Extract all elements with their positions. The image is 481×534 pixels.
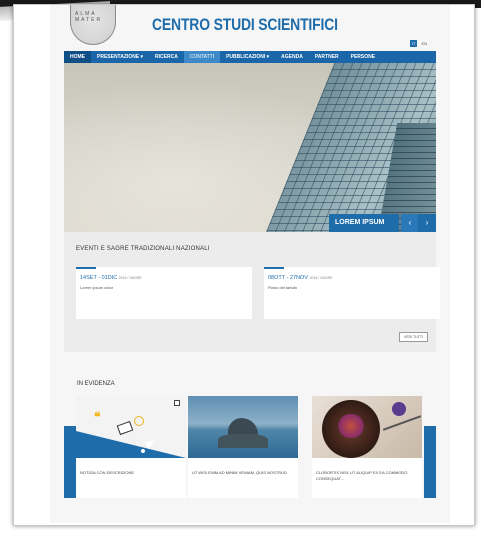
chevron-left-icon[interactable]: ‹ — [401, 214, 419, 232]
food-bowl-image — [312, 396, 422, 458]
site-container: ALMA MATER CENTRO STUDI SCIENTIFICI IT E… — [50, 5, 450, 523]
nav-partner[interactable]: PARTNER — [309, 51, 345, 63]
nav-agenda[interactable]: AGENDA — [275, 51, 309, 63]
evidenza-title: IN EVIDENZA — [77, 381, 115, 387]
event-accent-bar — [264, 267, 284, 269]
lang-en-button[interactable]: EN — [419, 40, 429, 47]
evidenza-band-left — [64, 426, 76, 498]
event-card[interactable]: 14SET - 01DIC 2016 / SAGRE Lorem ipsum d… — [76, 267, 252, 319]
university-seal-logo[interactable]: ALMA MATER — [70, 5, 116, 45]
evidenza-card[interactable]: CLOBORTIS NISL UT ALIQUIP EX EA COMMODO … — [312, 396, 422, 498]
nav-persone[interactable]: PERSONE — [345, 51, 381, 63]
lang-it-button[interactable]: IT — [409, 40, 418, 47]
event-description: Lorem ipsum dolor — [80, 285, 114, 290]
event-card[interactable]: 08OTT - 27NOV 2016 / SAGRE Piano del tar… — [264, 267, 440, 319]
event-date: 14SET - 01DIC 2016 / SAGRE — [80, 275, 142, 281]
event-date-range: 14SET - 01DIC — [80, 275, 118, 281]
evidenza-card[interactable]: UT WISI ENIM AD MINIM VENIAM, QUIS NOSTR… — [188, 396, 298, 498]
hero-caption[interactable]: LOREM IPSUM — [329, 214, 399, 232]
illustration-image: ❝ — [76, 396, 186, 458]
hero-slider: LOREM IPSUM ‹ › — [64, 63, 436, 232]
chevron-right-icon[interactable]: › — [418, 214, 436, 232]
checkbox-icon — [174, 400, 180, 406]
events-section: EVENTI E SAGRE TRADIZIONALI NAZIONALI 14… — [64, 232, 440, 352]
event-description: Piano del tartufo — [268, 285, 298, 290]
event-accent-bar — [76, 267, 96, 269]
language-switcher: IT EN — [409, 40, 429, 47]
sea-rock-image — [188, 396, 298, 458]
nav-contatti[interactable]: CONTATTI — [183, 51, 221, 63]
logo-text: ALMA MATER — [75, 11, 103, 23]
events-title: EVENTI E SAGRE TRADIZIONALI NAZIONALI — [76, 246, 210, 252]
evidenza-card[interactable]: ❝ NOTIZIA CON DESCRIZIONE — [76, 396, 186, 498]
nav-pubblicazioni[interactable]: PUBBLICAZIONI ▾ — [220, 51, 275, 63]
main-nav: HOME PRESENTAZIONE ▾ RICERCA CONTATTI PU… — [64, 51, 436, 63]
site-title[interactable]: CENTRO STUDI SCIENTIFICI — [152, 15, 338, 35]
nav-presentazione[interactable]: PRESENTAZIONE ▾ — [91, 51, 149, 63]
event-meta: 2016 / SAGRE — [118, 276, 142, 280]
event-date-range: 08OTT - 27NOV — [268, 275, 308, 281]
evidenza-band-right — [424, 426, 436, 498]
see-all-button[interactable]: VEDI TUTTI — [399, 332, 428, 342]
event-meta: 2016 / SAGRE — [309, 276, 333, 280]
quote-icon: ❝ — [94, 410, 101, 424]
evidenza-label: CLOBORTIS NISL UT ALIQUIP EX EA COMMODO … — [316, 470, 408, 481]
event-date: 08OTT - 27NOV 2016 / SAGRE — [268, 275, 332, 281]
evidenza-label: NOTIZIA CON DESCRIZIONE — [80, 470, 135, 475]
nav-home[interactable]: HOME — [64, 51, 91, 63]
evidenza-label: UT WISI ENIM AD MINIM VENIAM, QUIS NOSTR… — [192, 470, 287, 475]
page-frame: ALMA MATER CENTRO STUDI SCIENTIFICI IT E… — [13, 4, 475, 526]
nav-ricerca[interactable]: RICERCA — [149, 51, 184, 63]
